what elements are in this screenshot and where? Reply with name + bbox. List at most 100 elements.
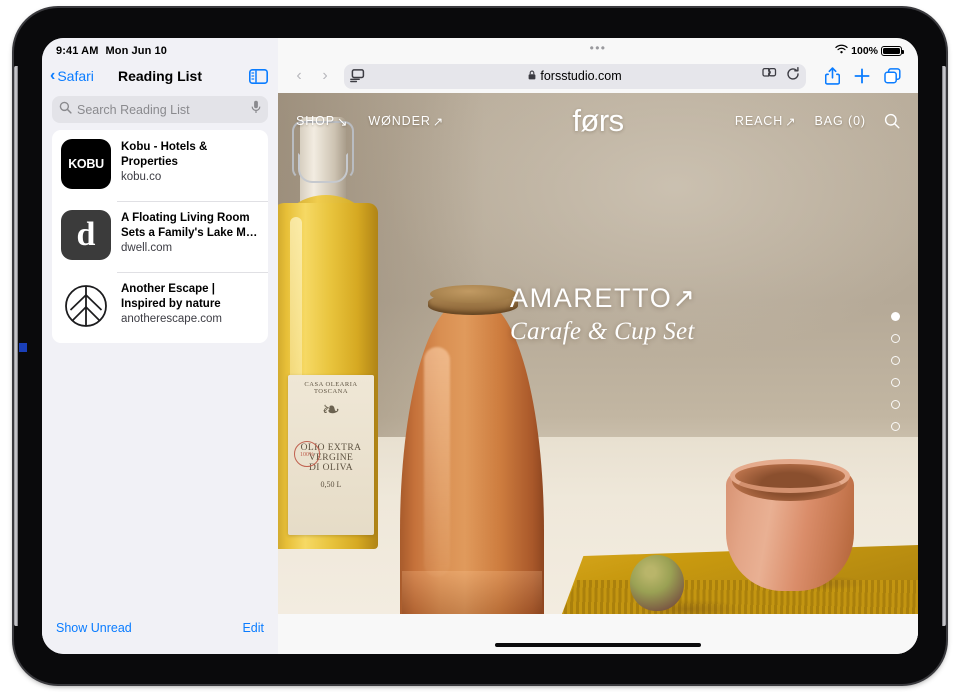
carafe-body [400, 301, 544, 614]
dwell-favicon: d [61, 210, 111, 260]
edit-button[interactable]: Edit [242, 621, 264, 635]
pagination-dot[interactable] [891, 355, 900, 365]
list-item[interactable]: Another Escape | Inspired by nature anot… [52, 272, 268, 343]
reading-list-sidebar: 9:41 AM Mon Jun 10 ‹ Safari Reading List [42, 38, 278, 654]
bezel-artifact [19, 343, 27, 352]
battery-icon [881, 45, 904, 56]
arrow-up-right-icon: ↗ [672, 283, 697, 313]
share-icon[interactable] [820, 63, 844, 89]
pagination-dot[interactable] [891, 377, 900, 387]
hero-subtitle: Carafe & Cup Set [510, 318, 695, 345]
search-field[interactable] [52, 96, 268, 123]
chevron-left-icon: ‹ [50, 67, 56, 84]
pagination-dot[interactable] [891, 333, 900, 343]
back-to-safari-button[interactable]: ‹ Safari [50, 67, 94, 85]
device-edge-right [942, 66, 946, 626]
list-item-text: A Floating Living Room Sets a Family's L… [121, 210, 258, 263]
extensions-icon[interactable] [762, 67, 777, 85]
carafe-reflection-band [402, 571, 542, 614]
arrow-up-right-icon: ↗ [432, 114, 445, 129]
bottle-label-brand: CASA OLEARIA TOSCANA [304, 381, 358, 395]
battery-fill [883, 47, 900, 54]
site-header: SHOP ↘ WØNDER ↗ førs REACH ↗ BAG (0) [278, 93, 918, 149]
search-icon [59, 101, 72, 119]
nav-link-reach[interactable]: REACH ↗ [735, 114, 797, 129]
list-item-url: kobu.co [121, 171, 162, 183]
site-nav-right: REACH ↗ BAG (0) [735, 113, 900, 129]
plus-icon[interactable] [850, 63, 874, 89]
cup-rim [730, 459, 850, 493]
list-item[interactable]: KOBU Kobu - Hotels & Properties kobu.co [52, 130, 268, 201]
carafe-lid-top [430, 285, 516, 303]
toolbar-actions [820, 63, 904, 89]
dwell-favicon-text: d [76, 216, 96, 253]
nav-link-bag[interactable]: BAG (0) [815, 114, 866, 128]
list-item-url: dwell.com [121, 242, 173, 254]
photo-olive-oil-bottle: CASA OLEARIA TOSCANA ❧ 100% OLIO EXTRA V… [278, 117, 378, 549]
bottle-label-stamp: 100% [294, 441, 320, 467]
ipad-screen: 9:41 AM Mon Jun 10 ‹ Safari Reading List [42, 38, 918, 654]
photo-fig [630, 555, 684, 611]
sidebar-toggle-icon[interactable] [249, 68, 268, 84]
site-nav-left: SHOP ↘ WØNDER ↗ [296, 114, 444, 129]
carafe-highlight [424, 347, 450, 577]
list-item-title: A Floating Living Room Sets a Family's L… [121, 212, 258, 239]
browser-bottom-bar [278, 614, 918, 654]
search-container [42, 93, 278, 130]
nav-link-shop-label: SHOP [296, 114, 336, 128]
tab-overview-icon[interactable] [880, 63, 904, 89]
reload-icon[interactable] [786, 66, 800, 86]
sidebar-footer: Show Unread Edit [42, 608, 278, 654]
kobu-favicon-text: KOBU [68, 157, 104, 171]
ipad-device-frame: 9:41 AM Mon Jun 10 ‹ Safari Reading List [14, 8, 946, 684]
nav-link-bag-label: BAG (0) [814, 114, 866, 128]
hero-text-block[interactable]: AMARETTO ↗ Carafe & Cup Set [510, 283, 697, 346]
bottle-clamp-lower [298, 153, 348, 183]
bottle-label: CASA OLEARIA TOSCANA ❧ 100% OLIO EXTRA V… [288, 375, 374, 535]
status-time: 9:41 AM [56, 44, 99, 57]
webpage-viewport[interactable]: CASA OLEARIA TOSCANA ❧ 100% OLIO EXTRA V… [278, 93, 918, 614]
pagination-dot[interactable] [891, 399, 900, 409]
photo-cup [726, 459, 854, 591]
list-item-text: Kobu - Hotels & Properties kobu.co [121, 139, 258, 192]
carousel-pagination [891, 311, 900, 431]
list-item-url: anotherescape.com [121, 313, 223, 325]
list-item[interactable]: d A Floating Living Room Sets a Family's… [52, 201, 268, 272]
status-bar-right: ••• 100% [278, 38, 918, 59]
anotherescape-favicon [61, 281, 111, 331]
device-edge-left [14, 66, 18, 626]
arrow-up-right-icon: ↗ [785, 114, 797, 129]
forward-arrow-icon[interactable]: › [314, 64, 336, 88]
address-bar[interactable]: forsstudio.com [344, 63, 806, 89]
show-unread-button[interactable]: Show Unread [56, 621, 132, 635]
multitasking-dots-icon[interactable]: ••• [278, 42, 918, 54]
pagination-dot[interactable] [891, 311, 900, 321]
back-arrow-icon[interactable]: ‹ [288, 64, 310, 88]
pagination-dot[interactable] [891, 421, 900, 431]
arrow-down-right-icon: ↘ [337, 114, 349, 129]
nav-link-wonder-label: WØNDER [368, 114, 431, 128]
reading-list: KOBU Kobu - Hotels & Properties kobu.co … [52, 130, 268, 343]
list-item-title: Another Escape | Inspired by nature [121, 283, 221, 310]
lock-icon [528, 67, 536, 85]
kobu-favicon: KOBU [61, 139, 111, 189]
browser-pane: ••• 100% ‹ › forsstudio.com CASA OLEARIA… [278, 38, 918, 654]
url-text: forsstudio.com [540, 69, 622, 83]
bottle-label-volume: 0,50 L [320, 480, 342, 489]
url-display: forsstudio.com [344, 67, 806, 85]
microphone-icon[interactable] [251, 100, 261, 119]
nav-link-reach-label: REACH [734, 114, 784, 128]
hero-title-text: AMARETTO [510, 283, 673, 313]
reader-view-icon[interactable] [350, 69, 365, 83]
home-indicator[interactable] [495, 642, 701, 647]
list-item-title: Kobu - Hotels & Properties [121, 141, 208, 168]
browser-toolbar: ‹ › forsstudio.com [278, 59, 918, 93]
search-icon[interactable] [884, 113, 900, 129]
list-item-text: Another Escape | Inspired by nature anot… [121, 281, 258, 334]
address-bar-actions [762, 66, 800, 86]
nav-link-shop[interactable]: SHOP ↘ [296, 114, 348, 129]
sidebar-header: ‹ Safari Reading List [42, 59, 278, 93]
status-bar-left: 9:41 AM Mon Jun 10 [42, 38, 278, 59]
search-input[interactable] [72, 102, 251, 117]
nav-link-wonder[interactable]: WØNDER ↗ [368, 114, 444, 129]
